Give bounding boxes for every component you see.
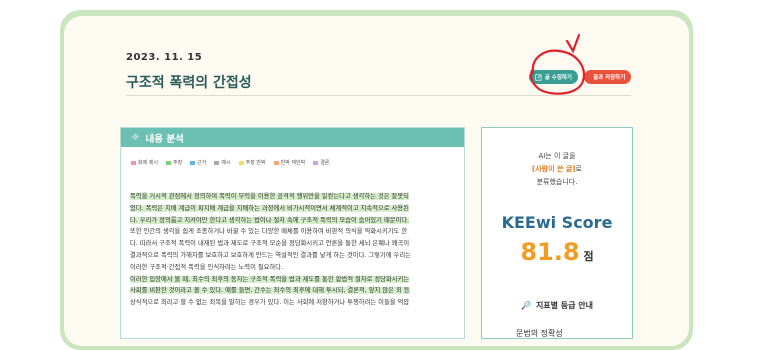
text-line-content: 다. 우리가 정의롭고 지켜야만 한다고 생각하는 법이나 절차 속에 구조적 … bbox=[130, 216, 410, 224]
classification-line2: [사람이 쓴 글]로 bbox=[482, 163, 632, 176]
legend-label: 예시 bbox=[221, 160, 231, 166]
classification-highlight: [사람이 쓴 글] bbox=[532, 165, 576, 173]
text-line-content: 이러한 구조적·간접적 폭력을 인식하려는 노력이 필요하다. bbox=[130, 263, 284, 271]
legend: 화제 제시 주장 근거 예시 주장 반박 반박 재반박 결론 bbox=[121, 147, 464, 166]
analysis-panel: ☼ 내용 분석 화제 제시 주장 근거 예시 주장 반박 반박 재반박 결론 폭력을 거시적… bbox=[120, 127, 465, 339]
legend-item: 반박 재반박 bbox=[273, 159, 306, 166]
text-line: 이러한 입장에서 볼 때, 최수의 최후의 동자는 구조적 폭력을 법과 제도를… bbox=[130, 274, 455, 286]
score-unit: 점 bbox=[583, 250, 594, 263]
grade-guide-link[interactable]: 🔎 지표별 등급 안내 bbox=[482, 300, 632, 311]
sun-icon: ☼ bbox=[131, 132, 140, 143]
text-line: 상식적으로 죄라고 할 수 없는 죄목을 말하는 경우가 있다. 이는 사회에 … bbox=[130, 297, 455, 309]
score-title: KEEwi Score bbox=[501, 213, 613, 232]
text-line: 사회를 비판한 것이라고 볼 수 있다. 예를 들면, 간수는 최수의 최후에 … bbox=[130, 285, 455, 297]
title-divider bbox=[126, 95, 631, 96]
legend-swatch bbox=[214, 160, 220, 165]
legend-label: 결론 bbox=[320, 160, 330, 166]
guide-item[interactable]: 문법의 정확성 bbox=[516, 328, 563, 339]
legend-label: 주장 반박 bbox=[245, 160, 266, 166]
legend-swatch bbox=[238, 160, 244, 165]
legend-label: 근거 bbox=[197, 160, 207, 166]
classification-line3: 분류했습니다. bbox=[536, 178, 578, 186]
text-line-content: 폭력을 거시적 관점에서 정의하여 폭력이 무력을 이용한 공격적 행위만을 일… bbox=[130, 193, 409, 200]
score-value: 81.8 bbox=[520, 238, 580, 266]
legend-item: 결론 bbox=[313, 159, 329, 166]
legend-swatch bbox=[190, 160, 196, 165]
classification-line1: AI는 이 글을 bbox=[538, 152, 576, 160]
text-line-content: 또한 인간의 생각을 쉽게 조종하거나 바꿀 수 있는 다양한 매체를 이용하여… bbox=[130, 228, 408, 236]
legend-swatch bbox=[131, 160, 136, 165]
legend-label: 주장 bbox=[173, 160, 183, 166]
edit-icon bbox=[535, 73, 542, 81]
text-line: 폭력을 거시적 관점에서 정의하여 폭력이 무력을 이용한 공격적 행위만을 일… bbox=[130, 191, 455, 203]
text-line: 또한 인간의 생각을 쉽게 조종하거나 바꿀 수 있는 다양한 매체를 이용하여… bbox=[130, 226, 455, 238]
grade-guide-title: 지표별 등급 안내 bbox=[535, 301, 594, 310]
classification-line2-rest: 로 bbox=[575, 165, 582, 173]
legend-item: 예시 bbox=[214, 159, 231, 166]
post-date: 2023. 11. 15 bbox=[126, 52, 203, 63]
magnifier-icon: 🔎 bbox=[520, 301, 531, 310]
edit-button-label: 글 수정하기 bbox=[544, 75, 572, 81]
save-result-button[interactable]: 결과 저장하기 bbox=[584, 70, 631, 84]
text-line: 이러한 구조적·간접적 폭력을 인식하려는 노력이 필요하다. bbox=[130, 262, 455, 274]
save-button-label: 결과 저장하기 bbox=[593, 75, 626, 81]
page-title: 구조적 폭력의 간접성 bbox=[126, 75, 252, 91]
edit-button[interactable]: 글 수정하기 bbox=[529, 70, 578, 84]
legend-item: 주장 반박 bbox=[238, 159, 266, 166]
legend-item: 주장 bbox=[166, 159, 182, 166]
legend-swatch bbox=[166, 160, 171, 165]
text-line-content: 다. 따라서 구조적 폭력이 내재된 법과 제도로 구조적 모순을 정당화시키고… bbox=[130, 240, 410, 248]
text-line-content: 결과적으로 폭력의 가해자를 보호하고 보호하게 만드는 역설적인 결과를 낳게… bbox=[130, 251, 411, 259]
text-line: 다. 우리가 정의롭고 지켜야만 한다고 생각하는 법이나 절차 속에 구조적 … bbox=[130, 215, 455, 227]
analysis-panel-header: ☼ 내용 분석 bbox=[121, 128, 464, 147]
legend-label: 반박 재반박 bbox=[280, 160, 306, 166]
text-line: 다. 따라서 구조적 폭력이 내재된 법과 제도로 구조적 모순을 정당화시키고… bbox=[130, 238, 455, 250]
analysis-panel-title: 내용 분석 bbox=[145, 133, 184, 145]
text-line-content: 었다. 폭력은 지배 계급이 피지배 계급을 지배하는 과정에서 비가시적이면서… bbox=[130, 204, 409, 212]
legend-item: 화제 제시 bbox=[131, 159, 158, 166]
legend-item: 근거 bbox=[190, 159, 206, 166]
text-line: 결과적으로 폭력의 가해자를 보호하고 보호하게 만드는 역설적인 결과를 낳게… bbox=[130, 250, 455, 262]
text-line-content: 상식적으로 죄라고 할 수 없는 죄목을 말하는 경우가 있다. 이는 사회에 … bbox=[130, 299, 410, 307]
text-line-content: 이러한 입장에서 볼 때, 최수의 최후의 동자는 구조적 폭력을 법과 제도를… bbox=[130, 275, 410, 283]
legend-swatch bbox=[273, 160, 279, 165]
legend-swatch bbox=[313, 160, 319, 165]
text-line-content: 사회를 비판한 것이라고 볼 수 있다. 예를 들면, 간수는 최수의 최후에 … bbox=[130, 287, 410, 295]
score-display: 81.8 점 bbox=[482, 238, 632, 266]
text-line: 었다. 폭력은 지배 계급이 피지배 계급을 지배하는 과정에서 비가시적이면서… bbox=[130, 203, 455, 215]
legend-label: 화제 제시 bbox=[138, 160, 158, 166]
score-panel: AI는 이 글을 [사람이 쓴 글]로 분류했습니다. KEEwi Score … bbox=[481, 127, 633, 339]
classification-text: AI는 이 글을 [사람이 쓴 글]로 분류했습니다. bbox=[482, 150, 632, 189]
analysis-text: 폭력을 거시적 관점에서 정의하여 폭력이 무력을 이용한 공격적 행위만을 일… bbox=[121, 166, 464, 309]
